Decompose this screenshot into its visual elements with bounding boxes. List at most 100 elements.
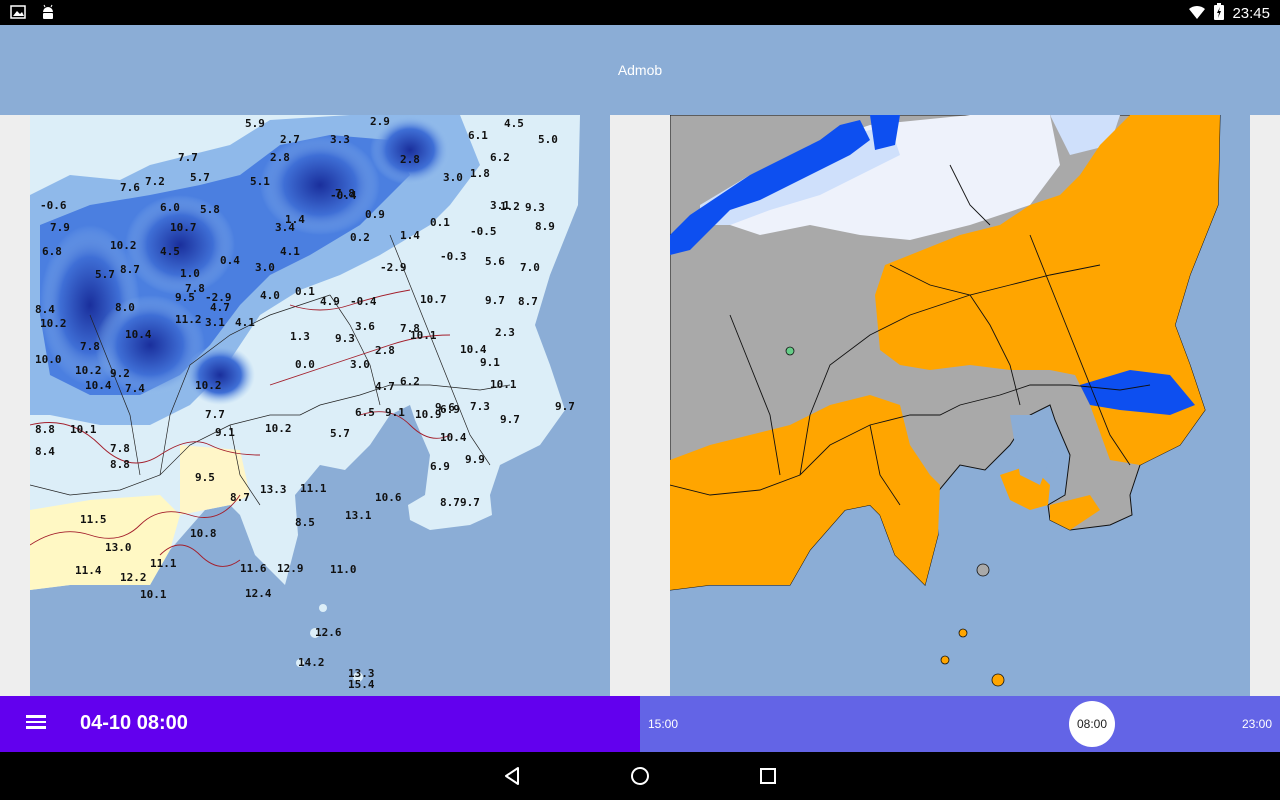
temperature-label: 3.6 — [355, 320, 375, 333]
temperature-label: 5.6 — [485, 255, 505, 268]
temperature-label: 8.7 — [518, 295, 538, 308]
date-panel: 04-10 08:00 — [0, 696, 640, 752]
temperature-label: 2.8 — [270, 151, 290, 164]
temperature-label: 3.4 — [275, 221, 295, 234]
temperature-label: 5.7 — [95, 268, 115, 281]
temperature-label: 8.4 — [35, 445, 55, 458]
temperature-label: 9.1 — [480, 356, 500, 369]
temperature-label: 3.3 — [330, 133, 350, 146]
temperature-label: 6.9 — [430, 460, 450, 473]
temperature-label: 10.1 — [70, 423, 97, 436]
temperature-label: 11.5 — [80, 513, 107, 526]
ad-label: Admob — [617, 62, 663, 78]
temperature-label: 10.2 — [110, 239, 137, 252]
temperature-label: 12.9 — [277, 562, 304, 575]
temperature-label: 4.1 — [280, 245, 300, 258]
temperature-label: 0.9 — [365, 208, 385, 221]
map-area: 5.9 2.7 3.3 2.9 6.1 4.5 5.0 7.7 2.8 2.8 6.2 5.7 3.0 1… — [0, 115, 1280, 696]
temperature-label: 9.7 — [500, 413, 520, 426]
temperature-label: 10.1 — [410, 329, 437, 342]
home-icon[interactable] — [628, 764, 652, 788]
temperature-label: 6.8 — [42, 245, 62, 258]
slider-end-label: 23:00 — [1241, 717, 1272, 731]
temperature-label: 4.5 — [160, 245, 180, 258]
temperature-label: 10.7 — [170, 221, 197, 234]
temperature-label: 9.5 — [175, 291, 195, 304]
temperature-label: 9.1 — [215, 426, 235, 439]
navigation-bar — [0, 752, 1280, 800]
time-slider[interactable]: 15:00 08:00 23:00 — [640, 696, 1280, 752]
temperature-label: 10.1 — [490, 378, 517, 391]
battery-icon — [1214, 3, 1225, 24]
temperature-label: 6.2 — [400, 375, 420, 388]
temperature-label: 1.0 — [180, 267, 200, 280]
temperature-label: 13.1 — [345, 509, 372, 522]
temperature-label: -0.5 — [470, 225, 497, 238]
precipitation-map[interactable] — [670, 115, 1250, 696]
temperature-label: 6.2 — [490, 151, 510, 164]
recents-icon[interactable] — [756, 764, 780, 788]
temperature-label: 10.6 — [375, 491, 402, 504]
temperature-label: 9.3 — [335, 332, 355, 345]
status-time: 23:45 — [1232, 5, 1270, 22]
temperature-label: 10.4 — [85, 379, 112, 392]
temperature-label: 2.7 — [280, 133, 300, 146]
temperature-label: 7.0 — [520, 261, 540, 274]
temperature-label: 8.7 — [230, 491, 250, 504]
slider-thumb[interactable]: 08:00 — [1069, 701, 1115, 747]
temperature-label: 5.8 — [200, 203, 220, 216]
temperature-label: 11.6 — [240, 562, 267, 575]
temperature-label: 7.3 — [470, 400, 490, 413]
temperature-label: 5.7 — [190, 171, 210, 184]
temperature-label: 10.4 — [440, 431, 467, 444]
current-datetime: 04-10 08:00 — [80, 712, 188, 734]
temperature-label: 7.6 — [120, 181, 140, 194]
temperature-label: 8.0 — [115, 301, 135, 314]
temperature-label: 1.3 — [290, 330, 310, 343]
temperature-label: 10.2 — [265, 422, 292, 435]
temperature-label: 5.0 — [538, 133, 558, 146]
temperature-label: 1.8 — [470, 167, 490, 180]
temperature-label: 2.3 — [495, 326, 515, 339]
temperature-label: 3.0 — [350, 358, 370, 371]
temperature-label: 0.0 — [295, 358, 315, 371]
menu-icon[interactable] — [26, 712, 54, 736]
temperature-label: 6.5 — [355, 406, 375, 419]
temperature-label: 8.4 — [35, 303, 55, 316]
slider-start-label: 15:00 — [648, 717, 679, 731]
temperature-label: 6.0 — [160, 201, 180, 214]
temperature-label: 11.1 — [300, 482, 327, 495]
temperature-label: 10.2 — [75, 364, 102, 377]
temperature-label: 9.3 — [525, 201, 545, 214]
temperature-label: 9.7 — [460, 496, 480, 509]
temperature-label: -0.4 — [350, 295, 377, 308]
temperature-label: 4.0 — [260, 289, 280, 302]
temperature-label: 2.8 — [375, 344, 395, 357]
temperature-map[interactable]: 5.9 2.7 3.3 2.9 6.1 4.5 5.0 7.7 2.8 2.8 6.2 5.7 3.0 1… — [30, 115, 610, 696]
temperature-label: 7.8 — [110, 442, 130, 455]
temperature-label: 5.1 — [250, 175, 270, 188]
temperature-label: 11.2 — [175, 313, 202, 326]
back-icon[interactable] — [500, 764, 524, 788]
android-icon — [40, 4, 56, 25]
temperature-label: 8.7 — [120, 263, 140, 276]
status-bar: 23:45 — [0, 0, 1280, 25]
temperature-label: -0.6 — [40, 199, 67, 212]
ad-banner[interactable]: Admob — [0, 25, 1280, 115]
temperature-label: 8.8 — [35, 423, 55, 436]
temperature-label: 10.4 — [125, 328, 152, 341]
temperature-label: 10.4 — [460, 343, 487, 356]
wifi-icon — [1188, 4, 1206, 24]
temperature-label: 9.2 — [110, 367, 130, 380]
temperature-label: -0.4 — [330, 189, 357, 202]
temperature-label: 9.6 — [435, 401, 455, 414]
temperature-label: 7.8 — [80, 340, 100, 353]
temperature-label: 4.7 — [375, 380, 395, 393]
temperature-label: 15.4 — [348, 678, 375, 691]
temperature-label: 4.5 — [504, 117, 524, 130]
temperature-label: 13.3 — [260, 483, 287, 496]
temperature-label: 16.4 — [30, 115, 57, 118]
image-icon — [10, 4, 26, 25]
temperature-label: 0.4 — [220, 254, 240, 267]
temperature-label: 10.2 — [40, 317, 67, 330]
